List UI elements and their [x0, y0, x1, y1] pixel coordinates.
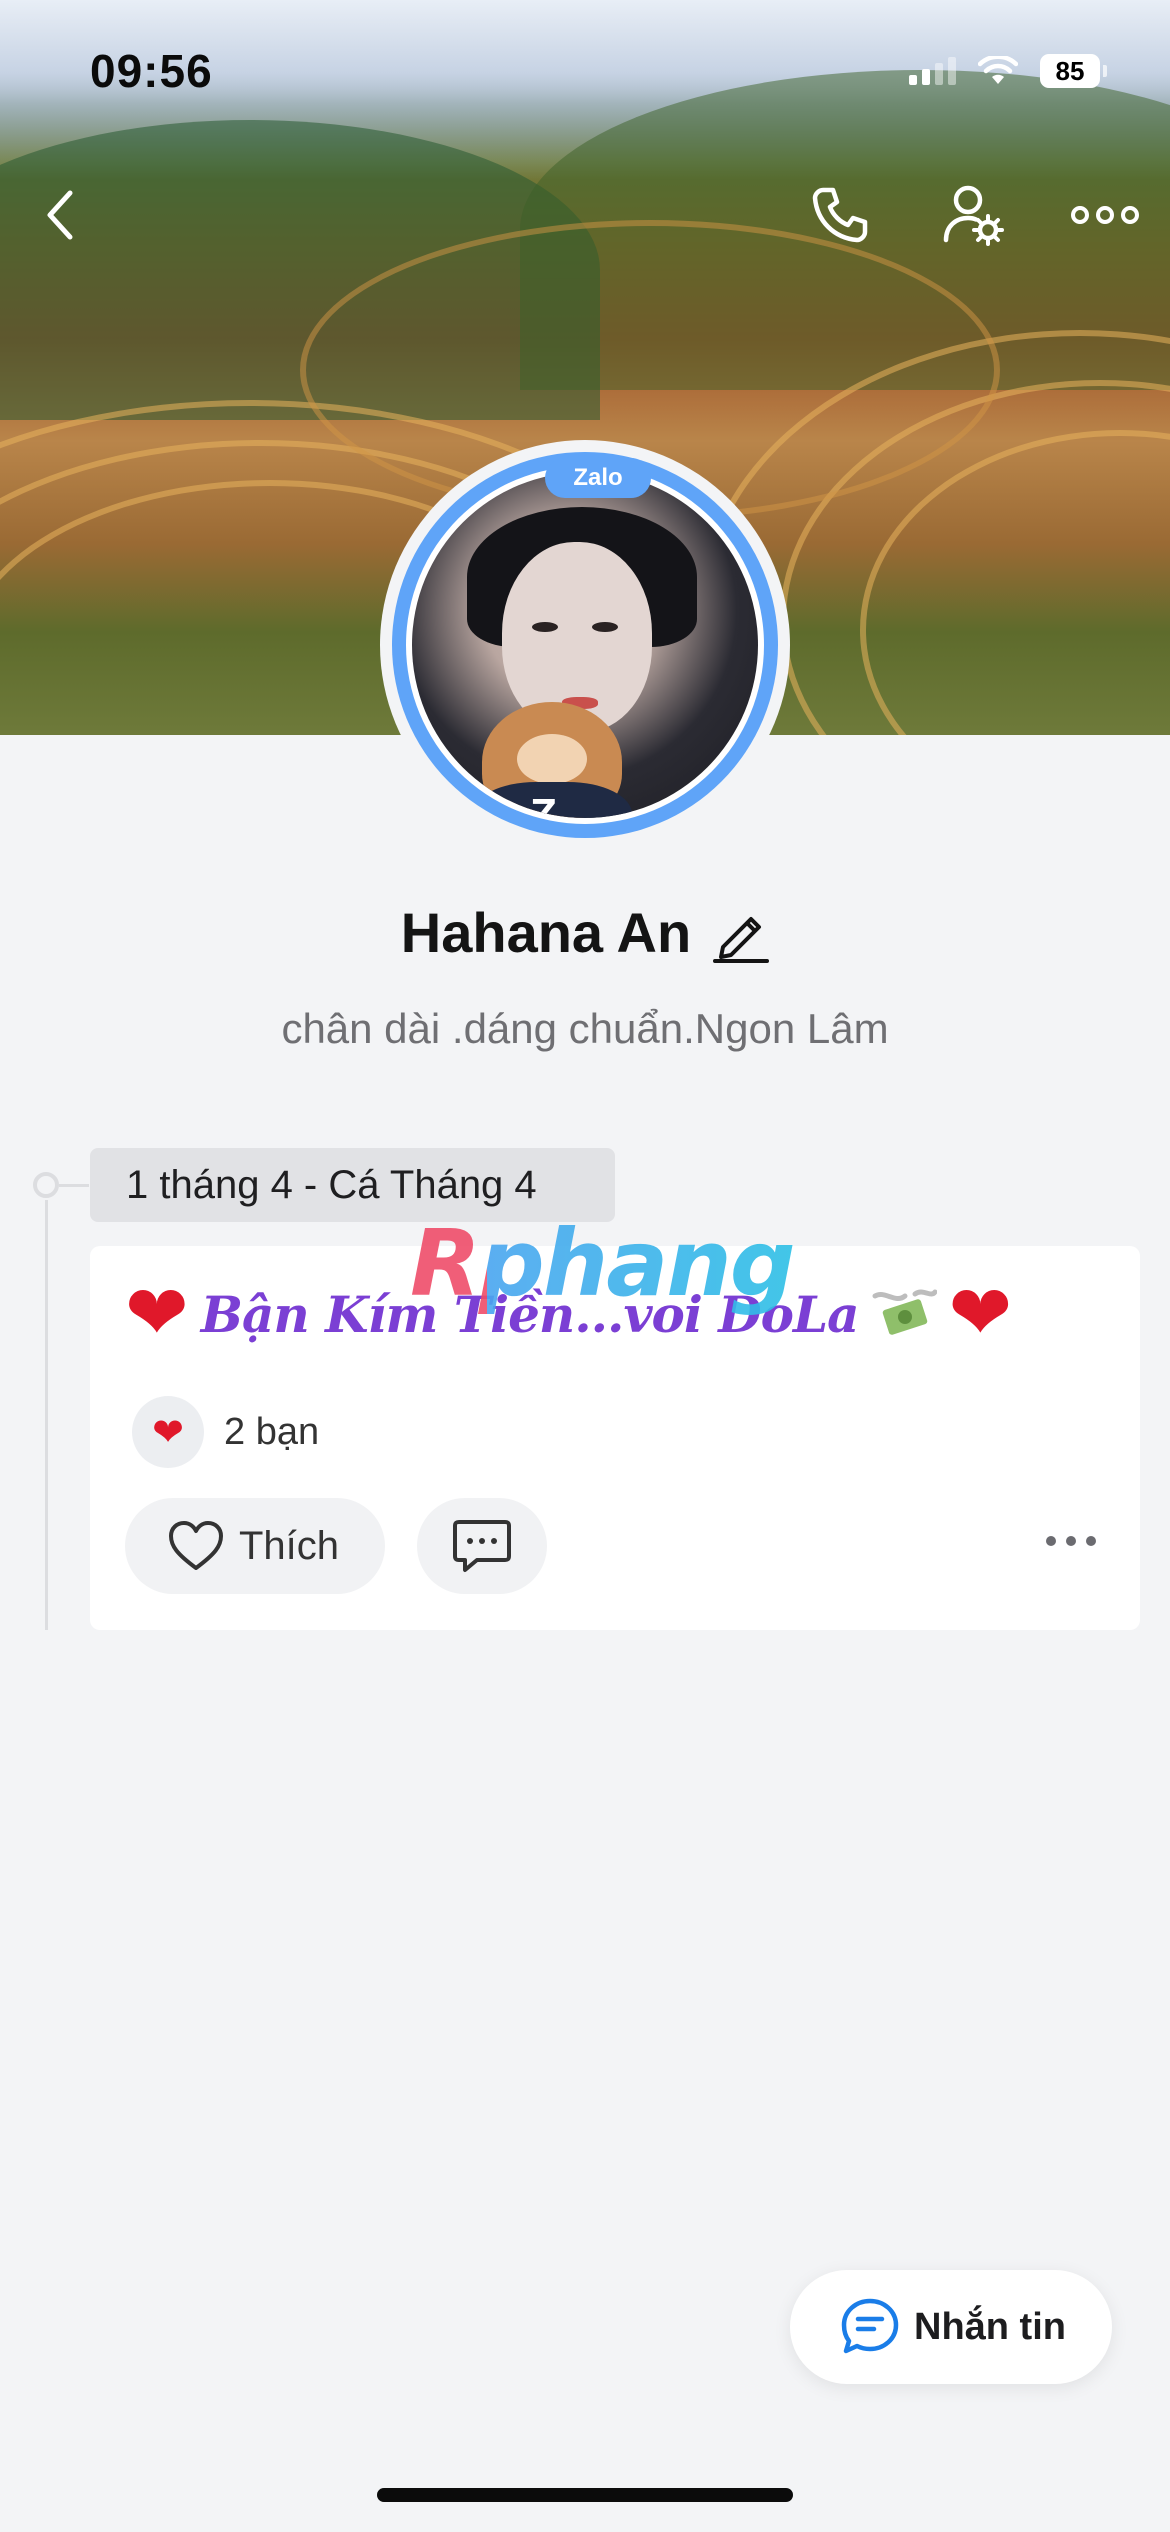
avatar[interactable]: Z Zalo	[380, 440, 790, 850]
like-label: Thích	[239, 1523, 340, 1568]
chevron-left-icon	[47, 190, 73, 240]
profile-name: Hahana An	[400, 901, 692, 964]
comment-icon	[453, 1520, 511, 1572]
back-button[interactable]	[20, 175, 100, 255]
call-button[interactable]	[800, 175, 880, 255]
heart-reaction-icon: ❤	[132, 1396, 204, 1468]
profile-name-row: Hahana An	[0, 900, 1170, 965]
status-icons: 85	[909, 54, 1107, 88]
more-horizontal-icon	[1071, 206, 1139, 224]
avatar-photo: Z	[412, 472, 758, 818]
reaction-count: 2 bạn	[224, 1410, 320, 1453]
post-more-button[interactable]	[1046, 1536, 1096, 1546]
user-settings-icon	[943, 185, 1004, 246]
wifi-icon	[978, 56, 1018, 84]
heart-outline-icon	[169, 1521, 223, 1570]
flying-money-icon	[872, 1289, 937, 1335]
reaction-summary[interactable]: ❤ 2 bạn	[132, 1396, 319, 1468]
timeline-dot	[33, 1172, 59, 1198]
send-message-button[interactable]: Nhắn tin	[790, 2270, 1112, 2384]
comment-button[interactable]	[417, 1498, 547, 1594]
edit-pencil-icon[interactable]	[713, 903, 770, 963]
battery-icon: 85	[1040, 54, 1107, 88]
heart-emoji-icon: ❤	[125, 1271, 189, 1356]
profile-settings-button[interactable]	[933, 175, 1013, 255]
watermark-logo: Rphang	[410, 1210, 796, 1317]
chat-bubble-icon	[841, 2298, 899, 2354]
like-button[interactable]: Thích	[125, 1498, 385, 1594]
phone-icon	[812, 187, 868, 243]
zalo-badge: Zalo	[545, 458, 651, 498]
profile-bio: chân dài .dáng chuẩn.Ngon Lâm	[281, 1005, 889, 1052]
home-indicator[interactable]	[377, 2488, 793, 2502]
timeline-line	[45, 1200, 48, 1630]
avatar-frame: Z Zalo	[392, 452, 778, 838]
status-time: 09:56	[90, 45, 213, 97]
heart-emoji-icon: ❤	[948, 1271, 1013, 1356]
send-message-label: Nhắn tin	[914, 2305, 1066, 2348]
more-options-button[interactable]	[1065, 175, 1145, 255]
signal-icon	[909, 57, 956, 85]
